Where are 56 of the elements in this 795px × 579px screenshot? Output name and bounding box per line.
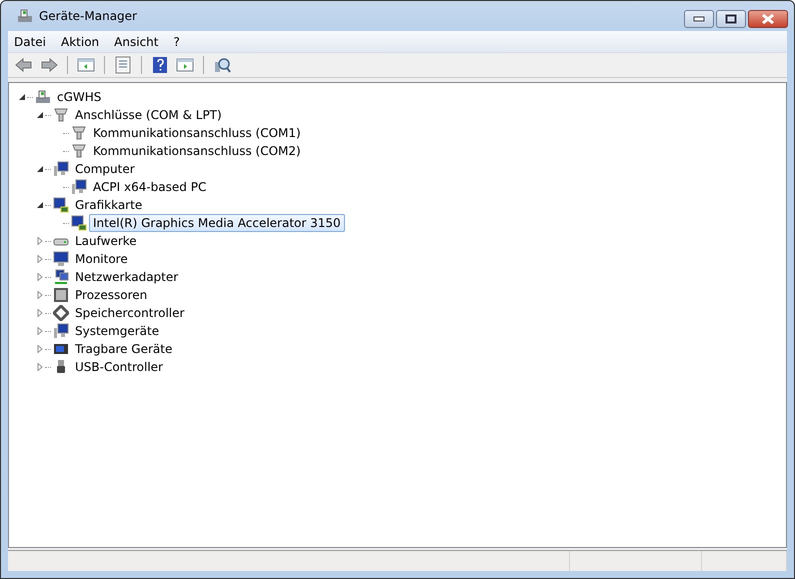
collapse-arrow-icon[interactable] — [17, 92, 27, 102]
port-icon — [71, 143, 87, 159]
tree-item[interactable]: Speichercontroller — [71, 304, 188, 322]
tree-item[interactable]: Tragbare Geräte — [71, 340, 176, 358]
device-icon — [53, 341, 69, 357]
expand-arrow-icon[interactable] — [35, 362, 45, 372]
collapse-arrow-icon[interactable] — [35, 110, 45, 120]
tree-item[interactable]: Prozessoren — [71, 286, 152, 304]
tree-item[interactable]: Grafikkarte — [71, 196, 146, 214]
tree-item[interactable]: Computer — [71, 160, 139, 178]
tree-item[interactable]: cGWHS — [53, 88, 106, 106]
tree-item[interactable]: USB-Controller — [71, 358, 167, 376]
expand-arrow-icon[interactable] — [35, 308, 45, 318]
computer-icon — [17, 8, 33, 24]
menu-item[interactable]: Datei — [14, 34, 46, 48]
tree-item[interactable]: Kommunikationsanschluss (COM1) — [89, 124, 305, 142]
display-adapter-icon — [71, 215, 87, 231]
tree-item[interactable]: Kommunikationsanschluss (COM2) — [89, 142, 305, 160]
tree-item[interactable]: Monitore — [71, 250, 132, 268]
expand-arrow-icon[interactable] — [35, 254, 45, 264]
port-icon — [53, 107, 69, 123]
window-pane-icon[interactable] — [75, 56, 97, 74]
minimize-icon — [693, 16, 705, 22]
window-title: Geräte-Manager — [39, 9, 137, 23]
tree-item[interactable]: Intel(R) Graphics Media Accelerator 3150 — [89, 214, 345, 232]
tree-item[interactable]: ACPI x64-based PC — [89, 178, 210, 196]
computer-icon — [71, 179, 87, 195]
port-icon — [71, 125, 87, 141]
maximize-icon — [725, 14, 737, 24]
computer-icon — [35, 89, 51, 105]
computer-icon — [53, 323, 69, 339]
window-pane-icon[interactable] — [174, 56, 196, 74]
tree-item[interactable]: Laufwerke — [71, 232, 141, 250]
chip-icon — [53, 287, 69, 303]
minimize-button[interactable] — [684, 10, 714, 28]
expand-arrow-icon[interactable] — [35, 344, 45, 354]
display-adapter-icon — [53, 197, 69, 213]
expand-arrow-icon[interactable] — [35, 272, 45, 282]
collapse-arrow-icon[interactable] — [35, 200, 45, 210]
collapse-arrow-icon[interactable] — [35, 164, 45, 174]
menu-item[interactable]: ? — [173, 34, 180, 48]
close-icon — [761, 14, 775, 24]
diamond-icon — [53, 305, 69, 321]
expand-arrow-icon[interactable] — [35, 326, 45, 336]
computer-icon — [53, 161, 69, 177]
close-button[interactable] — [748, 10, 788, 28]
menu-item[interactable]: Ansicht — [114, 34, 158, 48]
maximize-button[interactable] — [716, 10, 746, 28]
menu-item[interactable]: Aktion — [61, 34, 100, 48]
tree-item[interactable]: Anschlüsse (COM & LPT) — [71, 106, 226, 124]
monitor-icon — [53, 251, 69, 267]
tree-item[interactable]: Systemgeräte — [71, 322, 164, 340]
expand-arrow-icon[interactable] — [35, 290, 45, 300]
expand-arrow-icon[interactable] — [35, 236, 45, 246]
tree-item[interactable]: Netzwerkadapter — [71, 268, 182, 286]
network-icon — [53, 269, 69, 285]
